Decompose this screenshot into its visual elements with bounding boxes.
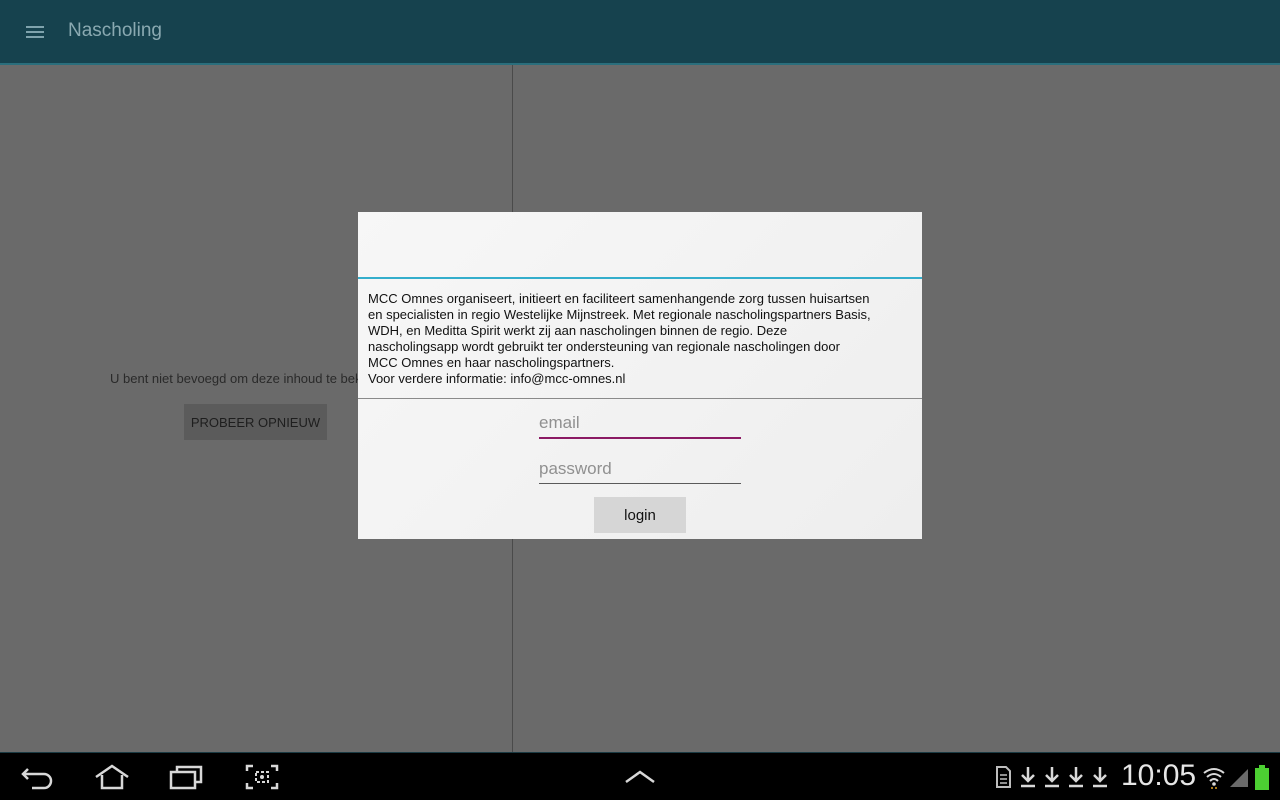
login-dialog: MCC Omnes organiseert, initieert en faci…: [358, 212, 922, 539]
download-icon: [1090, 765, 1110, 793]
back-icon[interactable]: [20, 763, 56, 791]
chevron-up-icon[interactable]: [622, 763, 658, 791]
app-title: Nascholing: [68, 20, 162, 41]
download-icon: [1018, 765, 1038, 793]
battery-icon: [1254, 765, 1270, 795]
dialog-divider: [358, 398, 922, 399]
dialog-description: MCC Omnes organiseert, initieert en faci…: [368, 291, 916, 387]
dialog-title-bar: [358, 212, 922, 279]
screenshot-icon[interactable]: [244, 763, 280, 791]
description-line: en specialisten in regio Westelijke Mijn…: [368, 307, 871, 322]
signal-icon: [1228, 765, 1250, 793]
description-line: nascholingsapp wordt gebruikt ter onders…: [368, 339, 840, 354]
password-field[interactable]: [539, 454, 741, 483]
retry-button[interactable]: PROBEER OPNIEUW: [184, 404, 327, 440]
download-icon: [1066, 765, 1086, 793]
description-line: MCC Omnes en haar nascholingspartners.: [368, 355, 615, 370]
email-field[interactable]: [539, 409, 741, 437]
home-icon[interactable]: [94, 763, 130, 791]
system-bar: 10:05: [0, 752, 1280, 800]
description-line: Voor verdere informatie: info@mcc-omnes.…: [368, 371, 626, 386]
password-field-wrapper: [539, 454, 741, 484]
description-line: WDH, en Meditta Spirit werkt zij aan nas…: [368, 323, 788, 338]
unauthorized-message: U bent niet bevoegd om deze inhoud te be…: [110, 371, 358, 386]
login-button[interactable]: login: [594, 497, 686, 533]
description-line: MCC Omnes organiseert, initieert en faci…: [368, 291, 870, 306]
wifi-icon: [1202, 765, 1226, 793]
recent-apps-icon[interactable]: [168, 763, 204, 791]
hamburger-menu-icon[interactable]: [24, 22, 48, 42]
clock: 10:05: [1121, 759, 1197, 792]
email-field-wrapper: [539, 409, 741, 439]
app-bar: Nascholing: [0, 0, 1280, 65]
download-icon: [1042, 765, 1062, 793]
sd-card-icon: [994, 765, 1012, 793]
